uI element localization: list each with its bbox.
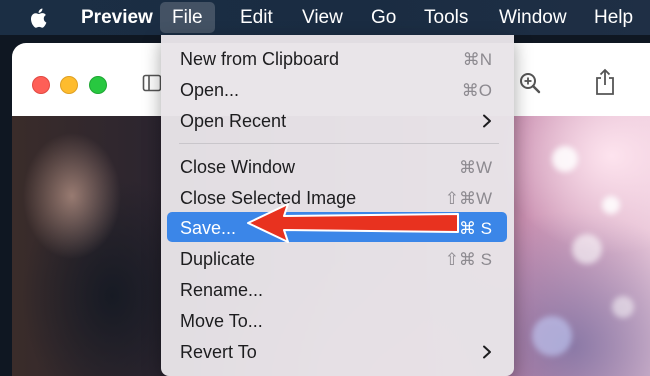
menu-item-open-recent[interactable]: Open Recent xyxy=(167,105,507,135)
menu-go[interactable]: Go xyxy=(371,7,396,29)
close-window-button[interactable] xyxy=(32,76,50,94)
apple-logo-icon[interactable] xyxy=(30,7,50,29)
menu-bar: Preview File Edit View Go Tools Window H… xyxy=(0,0,650,35)
sidebar-icon[interactable] xyxy=(142,73,162,93)
annotation-arrow-icon xyxy=(247,203,459,243)
chevron-right-icon xyxy=(483,114,491,128)
menu-edit[interactable]: Edit xyxy=(240,7,273,29)
menu-window[interactable]: Window xyxy=(499,7,567,29)
menu-separator xyxy=(179,143,499,144)
minimize-window-button[interactable] xyxy=(60,76,78,94)
chevron-right-icon xyxy=(483,345,491,359)
menu-item-close-window[interactable]: Close Window ⌘W xyxy=(167,151,507,181)
app-name-menu[interactable]: Preview xyxy=(81,7,153,29)
menu-item-duplicate[interactable]: Duplicate ⇧⌘ S xyxy=(167,243,507,273)
menu-view[interactable]: View xyxy=(302,7,343,29)
menu-item-rename[interactable]: Rename... xyxy=(167,274,507,304)
fullscreen-window-button[interactable] xyxy=(89,76,107,94)
menu-item-open[interactable]: Open... ⌘O xyxy=(167,74,507,104)
menu-item-new-from-clipboard[interactable]: New from Clipboard ⌘N xyxy=(167,43,507,73)
menu-item-revert-to[interactable]: Revert To xyxy=(167,336,507,366)
share-icon[interactable] xyxy=(594,68,616,96)
zoom-in-icon[interactable] xyxy=(518,71,542,95)
menu-item-move-to[interactable]: Move To... xyxy=(167,305,507,335)
menu-help[interactable]: Help xyxy=(594,7,633,29)
menu-file[interactable]: File xyxy=(160,2,215,33)
menu-tools[interactable]: Tools xyxy=(424,7,468,29)
